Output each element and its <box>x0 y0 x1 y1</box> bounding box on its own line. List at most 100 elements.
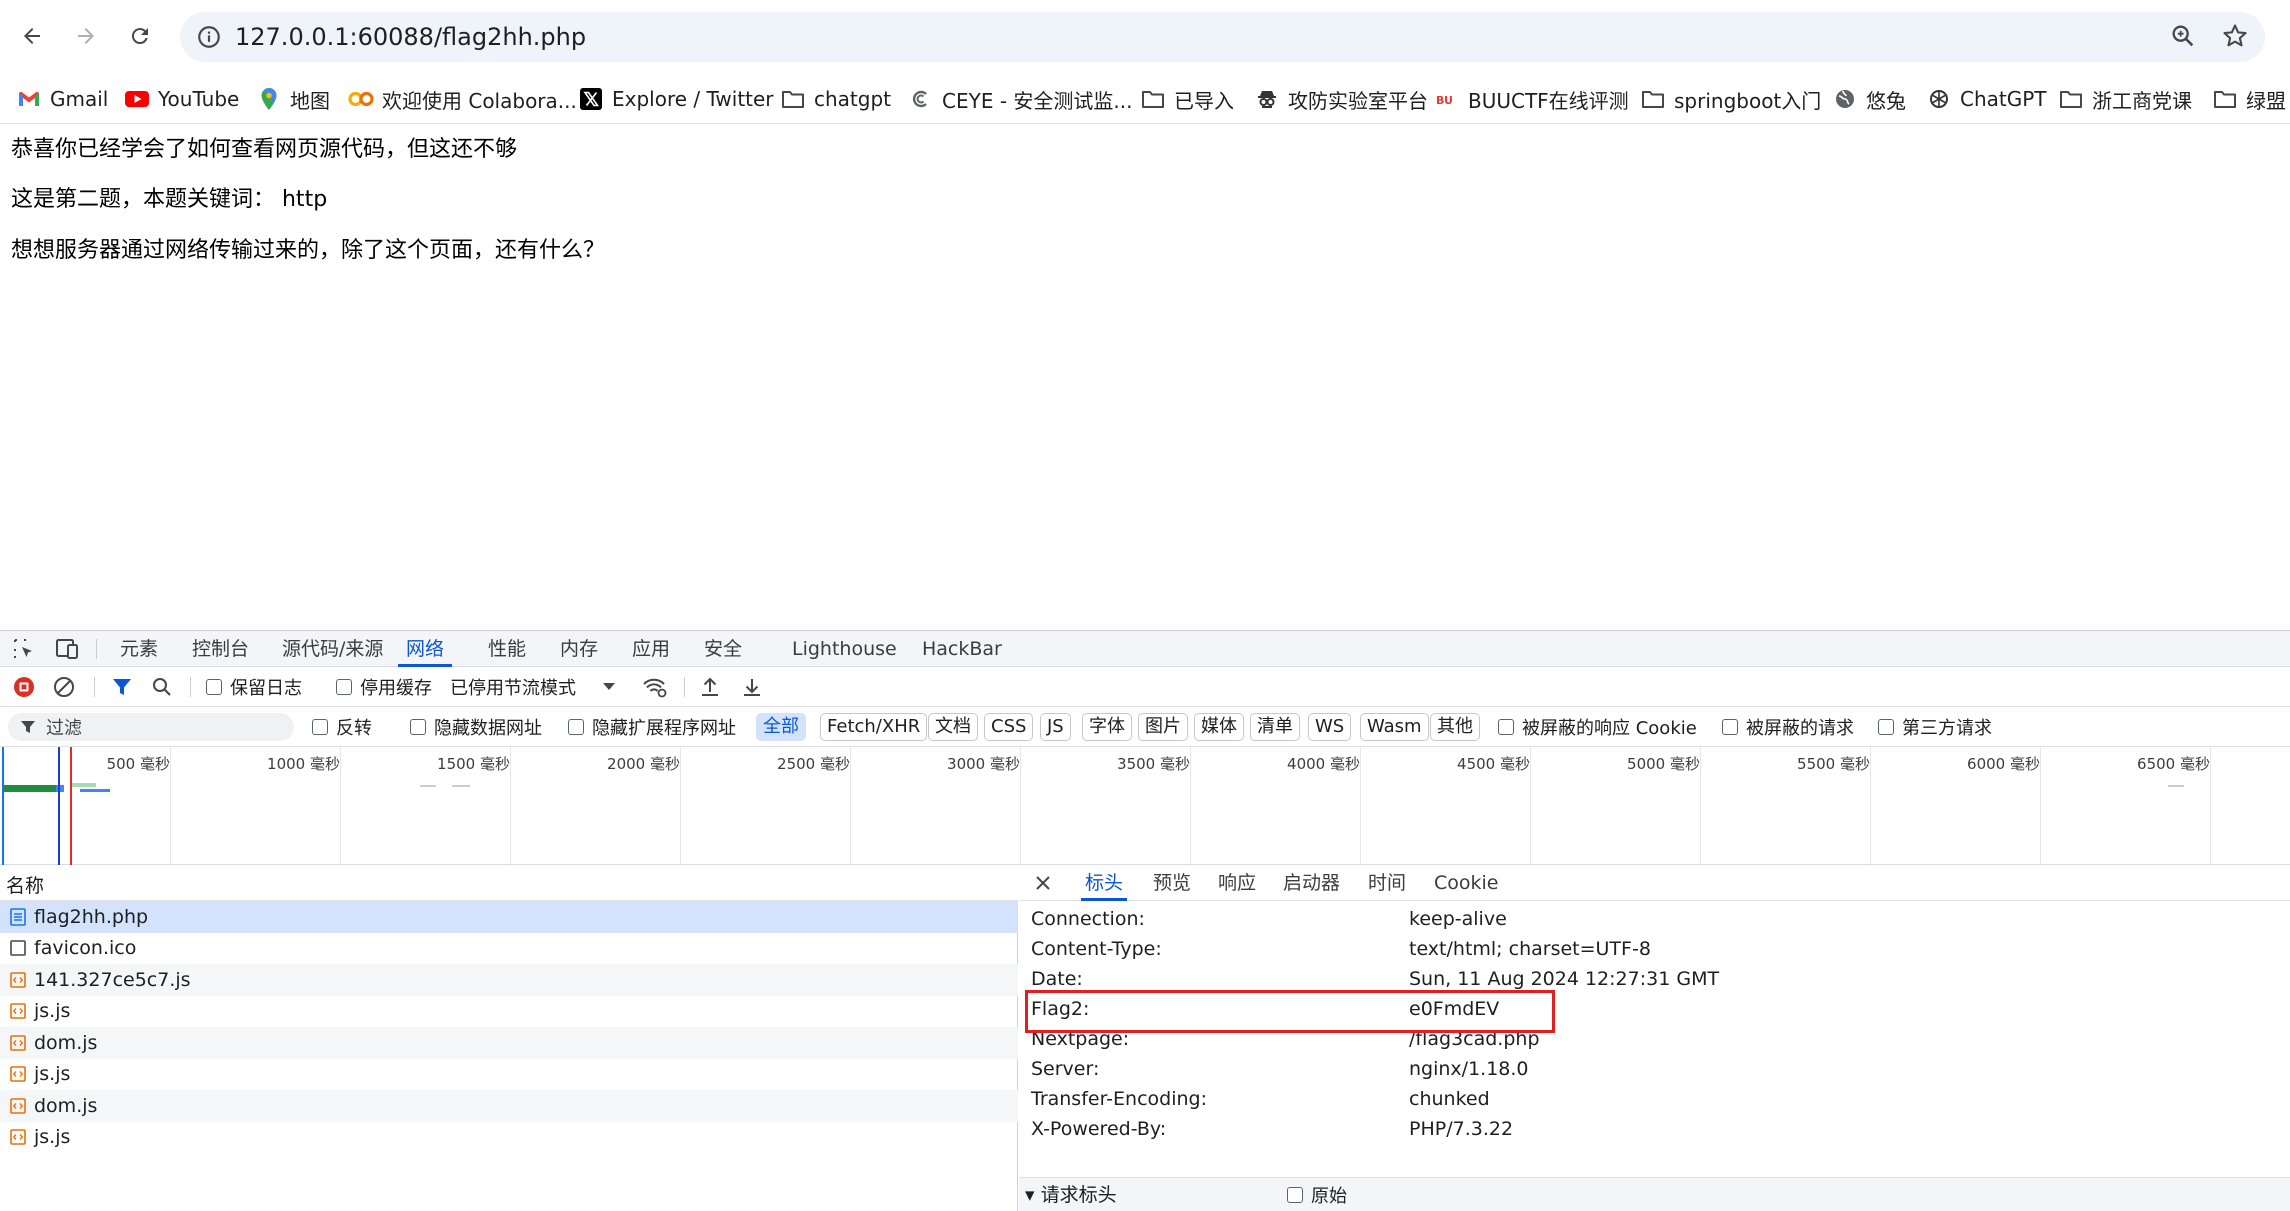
network-overview-timeline[interactable]: 500 毫秒 1000 毫秒 1500 毫秒 2000 毫秒 2500 毫秒 3… <box>0 747 2290 865</box>
tab-initiator[interactable]: 启动器 <box>1283 865 1340 901</box>
type-filter-manifest[interactable]: 清单 <box>1250 713 1300 741</box>
clear-icon[interactable] <box>52 675 76 699</box>
type-filter-doc[interactable]: 文档 <box>928 713 978 741</box>
keyword-text: 这是第二题，本题关键词： http <box>11 187 328 212</box>
request-headers-section[interactable]: ▾ 请求标头 原始 <box>1019 1177 2290 1211</box>
type-filter-media[interactable]: 媒体 <box>1194 713 1244 741</box>
reload-button[interactable] <box>122 18 158 54</box>
type-filter-css[interactable]: CSS <box>984 713 1034 741</box>
throttling-select[interactable]: 已停用节流模式 <box>450 675 616 699</box>
flag2-highlight-box <box>1025 990 1555 1033</box>
maps-icon <box>256 86 282 112</box>
tab-hackbar[interactable]: HackBar <box>922 631 1002 667</box>
ceye-icon <box>908 86 934 112</box>
tab-cookies[interactable]: Cookie <box>1434 865 1499 901</box>
bookmark-folder-springboot[interactable]: springboot入门 <box>1640 82 1821 116</box>
site-info-icon[interactable] <box>196 24 222 50</box>
forward-button[interactable] <box>68 18 104 54</box>
tab-sources[interactable]: 源代码/来源 <box>282 631 383 667</box>
tab-console[interactable]: 控制台 <box>192 631 249 667</box>
timeline-selection-start[interactable] <box>2 747 4 865</box>
inspect-element-icon[interactable] <box>12 637 36 661</box>
close-icon[interactable] <box>1033 873 1053 893</box>
timeline-tick-label: 3500 毫秒 <box>1117 755 1190 773</box>
bookmark-ceye[interactable]: CEYE - 安全测试监... <box>908 82 1132 116</box>
congrats-text: 恭喜你已经学会了如何查看网页源代码，但这还不够 <box>11 137 518 162</box>
request-row-dom-js[interactable]: dom.js <box>0 1027 1018 1059</box>
timeline-tick-label: 5000 毫秒 <box>1627 755 1700 773</box>
bookmark-chatgpt[interactable]: ChatGPT <box>1926 82 2047 116</box>
tab-elements[interactable]: 元素 <box>120 631 158 667</box>
request-row-js[interactable]: js.js <box>0 996 1018 1028</box>
zoom-icon[interactable] <box>2169 22 2197 50</box>
browser-toolbar: 127.0.0.1:60088/flag2hh.php <box>0 0 2290 74</box>
tab-preview[interactable]: 预览 <box>1153 865 1191 901</box>
folder-icon <box>1140 86 1166 112</box>
bookmark-attack-defense-lab[interactable]: 攻防实验室平台 <box>1254 82 1428 116</box>
script-icon <box>10 1129 26 1146</box>
script-icon <box>10 971 26 988</box>
bookmark-buuctf[interactable]: BU BUUCTF在线评测 <box>1434 82 1629 116</box>
network-conditions-icon[interactable] <box>642 675 668 699</box>
type-filter-img[interactable]: 图片 <box>1138 713 1188 741</box>
invert-checkbox[interactable]: 反转 <box>312 715 372 739</box>
bookmark-youtube[interactable]: YouTube <box>124 82 239 116</box>
tab-performance[interactable]: 性能 <box>488 631 526 667</box>
arrow-left-icon <box>24 28 40 44</box>
third-party-checkbox[interactable]: 第三方请求 <box>1878 715 1992 739</box>
device-toolbar-icon[interactable] <box>54 637 80 661</box>
url-text[interactable]: 127.0.0.1:60088/flag2hh.php <box>235 22 586 52</box>
blocked-requests-checkbox[interactable]: 被屏蔽的请求 <box>1722 715 1854 739</box>
type-filter-ws[interactable]: WS <box>1308 713 1352 741</box>
blocked-cookies-checkbox[interactable]: 被屏蔽的响应 Cookie <box>1498 715 1697 739</box>
request-row-flag2hh[interactable]: flag2hh.php <box>0 901 1018 933</box>
bookmark-twitter[interactable]: Explore / Twitter <box>578 82 774 116</box>
type-filter-other[interactable]: 其他 <box>1430 713 1480 741</box>
filter-input[interactable]: 过滤 <box>8 713 294 741</box>
request-row-js[interactable]: js.js <box>0 1122 1018 1154</box>
back-button[interactable] <box>14 18 50 54</box>
type-filter-wasm[interactable]: Wasm <box>1360 713 1429 741</box>
tab-timing[interactable]: 时间 <box>1368 865 1406 901</box>
bookmark-folder-imported[interactable]: 已导入 <box>1140 82 1234 116</box>
bookmark-folder-nsfocus[interactable]: 绿盟 <box>2212 82 2286 116</box>
tab-security[interactable]: 安全 <box>704 631 742 667</box>
timeline-tick-label: 4000 毫秒 <box>1287 755 1360 773</box>
request-headers-toggle[interactable]: ▾ 请求标头 <box>1025 1181 1117 1209</box>
request-row-favicon[interactable]: favicon.ico <box>0 933 1018 965</box>
tab-headers[interactable]: 标头 <box>1081 865 1128 901</box>
tab-memory[interactable]: 内存 <box>560 631 598 667</box>
type-filter-font[interactable]: 字体 <box>1082 713 1132 741</box>
request-row-dom-js[interactable]: dom.js <box>0 1090 1018 1122</box>
raw-checkbox[interactable]: 原始 <box>1287 1183 1347 1207</box>
tab-application[interactable]: 应用 <box>632 631 670 667</box>
hide-extension-urls-checkbox[interactable]: 隐藏扩展程序网址 <box>568 715 736 739</box>
type-filter-all[interactable]: 全部 <box>756 713 806 741</box>
hide-data-urls-checkbox[interactable]: 隐藏数据网址 <box>410 715 542 739</box>
bookmark-star-icon[interactable] <box>2221 22 2249 50</box>
record-stop-icon[interactable] <box>12 675 36 699</box>
request-list-header[interactable]: 名称 <box>0 865 1018 901</box>
request-row-js[interactable]: js.js <box>0 1059 1018 1091</box>
type-filter-fetch-xhr[interactable]: Fetch/XHR <box>820 713 928 741</box>
export-har-icon[interactable] <box>740 675 764 699</box>
tab-network[interactable]: 网络 <box>398 631 453 667</box>
bookmark-youtu[interactable]: 悠兔 <box>1832 82 1906 116</box>
search-icon[interactable] <box>150 675 174 699</box>
bookmark-folder-party-course[interactable]: 浙工商党课 <box>2058 82 2192 116</box>
address-bar[interactable]: 127.0.0.1:60088/flag2hh.php <box>180 12 2265 62</box>
bookmark-gmail[interactable]: Gmail <box>16 82 108 116</box>
disable-cache-checkbox[interactable]: 停用缓存 <box>336 675 432 699</box>
bookmark-colab[interactable]: 欢迎使用 Colabora... <box>348 82 577 116</box>
bookmark-folder-chatgpt[interactable]: chatgpt <box>780 82 891 116</box>
arrow-right-icon <box>78 28 94 44</box>
tab-lighthouse[interactable]: Lighthouse <box>792 631 897 667</box>
timeline-tick-label: 2500 毫秒 <box>777 755 850 773</box>
type-filter-js[interactable]: JS <box>1040 713 1071 741</box>
preserve-log-checkbox[interactable]: 保留日志 <box>206 675 302 699</box>
tab-response[interactable]: 响应 <box>1218 865 1256 901</box>
filter-funnel-icon[interactable] <box>110 675 134 699</box>
request-row-141-js[interactable]: 141.327ce5c7.js <box>0 964 1018 996</box>
import-har-icon[interactable] <box>698 675 722 699</box>
bookmark-maps[interactable]: 地图 <box>256 82 330 116</box>
